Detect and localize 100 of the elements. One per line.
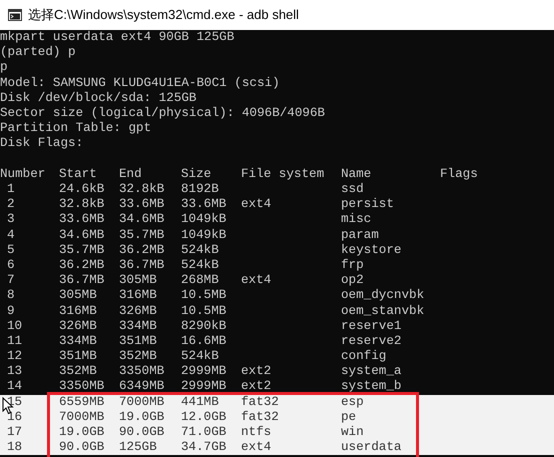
table-cell: 8192B [181, 182, 219, 196]
table-cell: 8 [7, 288, 15, 302]
table-cell: esp [341, 394, 364, 409]
table-cell: ssd [341, 182, 364, 196]
table-cell: userdata [341, 440, 402, 454]
table-cell: reserve2 [341, 334, 402, 348]
table-cell: frp [341, 258, 364, 272]
table-cell: 35.7MB [119, 228, 164, 242]
table-cell: 326MB [59, 318, 97, 333]
column-header: File system [241, 166, 326, 182]
table-cell: 326MB [119, 304, 157, 318]
table-cell: 32.8kB [119, 182, 164, 196]
table-cell: 7000MB [59, 410, 104, 424]
table-cell: 305MB [119, 273, 157, 288]
console-line: Sector size (logical/physical): 4096B/4096B [0, 106, 325, 120]
table-cell: 14 [7, 379, 22, 394]
table-cell: 11 [7, 334, 22, 348]
table-cell: 36.7MB [59, 273, 104, 288]
table-cell: 33.6MB [59, 212, 104, 226]
table-cell: 7 [7, 273, 15, 288]
table-cell: 1 [7, 182, 15, 196]
table-cell: 6 [7, 258, 15, 272]
table-cell: 33.6MB [119, 197, 164, 212]
column-header: Number [0, 166, 46, 182]
table-cell: 268MB [181, 273, 219, 288]
table-cell: ext2 [241, 364, 272, 378]
table-cell: 36.2MB [59, 258, 104, 272]
table-cell: 305MB [59, 288, 97, 302]
table-cell: ntfs [241, 425, 272, 440]
console-line: (parted) p [0, 45, 76, 60]
table-cell: keystore [341, 242, 402, 257]
table-cell: oem_dycnvbk [341, 288, 424, 302]
window-title: 选择C:\Windows\system32\cmd.exe - adb shell [28, 6, 299, 24]
table-cell: pe [341, 410, 356, 424]
table-cell: 3350MB [59, 379, 104, 394]
table-cell: 2999MB [181, 364, 226, 378]
table-cell: 6349MB [119, 379, 164, 394]
table-cell: op2 [341, 273, 364, 288]
table-cell: 352MB [59, 364, 97, 378]
table-cell: persist [341, 197, 394, 212]
console-line: Disk /dev/block/sda: 125GB [0, 90, 196, 105]
table-cell: oem_stanvbk [341, 304, 424, 318]
table-cell: 316MB [119, 288, 157, 302]
column-header: Start [59, 166, 98, 182]
table-cell: misc [341, 212, 372, 226]
table-cell: 334MB [119, 318, 157, 333]
table-cell: fat32 [241, 410, 279, 424]
table-cell: 9 [7, 304, 15, 318]
table-cell: 71.0GB [181, 425, 226, 440]
table-cell: 1049kB [181, 212, 226, 226]
table-cell: ext4 [241, 273, 272, 288]
table-cell: system_a [341, 364, 402, 378]
table-cell: ext4 [241, 197, 272, 212]
table-cell: 4 [7, 228, 15, 242]
column-header: Size [181, 166, 212, 182]
table-cell: 524kB [181, 258, 219, 272]
table-cell: 16 [7, 410, 22, 424]
table-cell: 90.0GB [119, 425, 164, 440]
table-cell: 1049kB [181, 228, 226, 242]
table-cell: 351MB [59, 349, 97, 364]
console-line: Partition Table: gpt [0, 121, 152, 136]
table-cell: 316MB [59, 304, 97, 318]
table-cell: 2999MB [181, 379, 226, 394]
table-cell: 34.7GB [181, 440, 226, 454]
table-cell: 441MB [181, 394, 219, 409]
table-cell: 36.2MB [119, 242, 164, 257]
column-header: End [119, 166, 143, 182]
column-header: Flags [440, 166, 479, 182]
table-cell: 16.6MB [181, 334, 226, 348]
table-cell: 6559MB [59, 394, 104, 409]
table-cell: 125GB [119, 440, 157, 454]
table-cell: 19.0GB [119, 410, 164, 424]
table-cell: 352MB [119, 349, 157, 364]
table-cell: 17 [7, 425, 22, 440]
table-cell: 32.8kB [59, 197, 104, 212]
table-cell: 524kB [181, 349, 219, 364]
table-cell: 24.6kB [59, 182, 104, 196]
table-cell: ext2 [241, 379, 272, 394]
table-cell: 10.5MB [181, 288, 226, 302]
table-cell: 3 [7, 212, 15, 226]
table-cell: 351MB [119, 334, 157, 348]
table-cell: 19.0GB [59, 425, 104, 440]
console-line: Disk Flags: [0, 136, 84, 150]
console-line: p [0, 60, 8, 74]
table-cell: 36.7MB [119, 258, 164, 272]
table-cell: 7000MB [119, 394, 164, 409]
console-icon [8, 9, 22, 21]
table-cell: win [341, 425, 364, 440]
table-cell: reserve1 [341, 318, 402, 333]
table-cell: 3350MB [119, 364, 164, 378]
table-cell: 90.0GB [59, 440, 104, 454]
table-cell: 10 [7, 318, 22, 333]
table-cell: ext4 [241, 440, 272, 454]
table-cell: 13 [7, 364, 22, 378]
table-cell: 18 [7, 440, 22, 454]
table-cell: 35.7MB [59, 242, 104, 257]
console-line: mkpart userdata ext4 90GB 125GB [0, 30, 234, 44]
table-cell: 33.6MB [181, 197, 226, 212]
table-cell: 524kB [181, 242, 219, 257]
table-cell: 5 [7, 242, 15, 257]
